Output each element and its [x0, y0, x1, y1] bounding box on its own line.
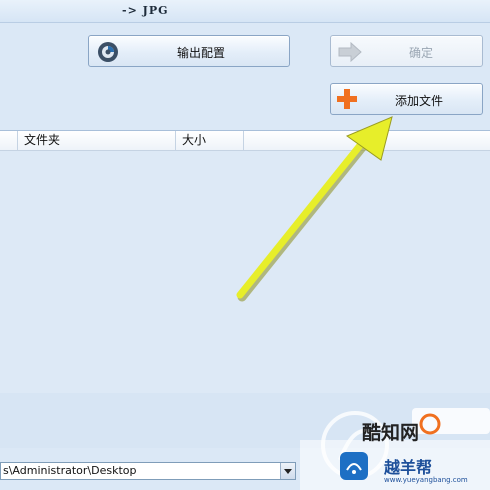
output-path-combo[interactable]: s\Administrator\Desktop: [0, 462, 296, 480]
watermark-brand-2-sub: www.yueyangbang.com: [384, 476, 468, 484]
chevron-down-icon[interactable]: [280, 463, 295, 479]
output-path-value: s\Administrator\Desktop: [3, 464, 137, 477]
watermark-brand-1: 酷知网: [362, 422, 420, 444]
watermark-brand-2: 越羊帮: [384, 458, 433, 477]
